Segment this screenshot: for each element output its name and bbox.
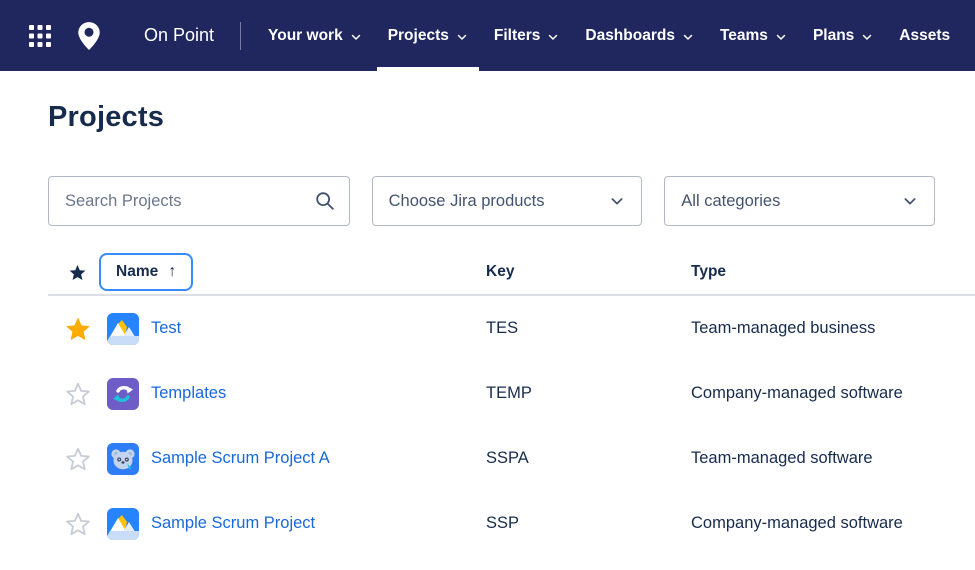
- project-link[interactable]: Templates: [151, 384, 226, 403]
- page-title: Projects: [48, 101, 935, 134]
- star-icon: [65, 446, 91, 472]
- favorite-star-toggle[interactable]: [64, 380, 92, 408]
- projects-table: Name ↑ Key Type Test TES: [48, 250, 975, 556]
- project-avatar: [107, 378, 139, 410]
- table-row: Sample Scrum Project SSP Company-managed…: [48, 491, 975, 556]
- nav-item-label: Assets: [899, 27, 950, 45]
- sync-cycle-icon: [107, 378, 139, 410]
- nav-item-your-work[interactable]: Your work: [255, 0, 375, 71]
- nav-item-label: Projects: [388, 27, 449, 45]
- nav-item-label: Teams: [720, 27, 768, 45]
- app-name: On Point: [144, 25, 214, 46]
- nav-item-filters[interactable]: Filters: [481, 0, 573, 71]
- nav-item-assets[interactable]: Assets: [886, 0, 963, 71]
- project-key: TEMP: [486, 384, 691, 403]
- jira-products-dropdown[interactable]: Choose Jira products: [372, 176, 643, 226]
- chevron-down-icon: [682, 31, 694, 43]
- chevron-down-icon: [861, 31, 873, 43]
- app-switcher-button[interactable]: [28, 24, 76, 48]
- table-row: Test TES Team-managed business: [48, 296, 975, 361]
- project-link[interactable]: Test: [151, 319, 181, 338]
- filter-bar: Choose Jira products All categories: [48, 176, 935, 226]
- table-row: Templates TEMP Company-managed software: [48, 361, 975, 426]
- project-avatar: [107, 443, 139, 475]
- chevron-down-icon: [456, 31, 468, 43]
- table-row: Sample Scrum Project A SSPA Team-managed…: [48, 426, 975, 491]
- table-header-row: Name ↑ Key Type: [48, 250, 975, 296]
- project-type: Company-managed software: [691, 514, 975, 533]
- project-key: TES: [486, 319, 691, 338]
- sort-by-name-button[interactable]: Name ↑: [99, 253, 193, 291]
- primary-nav: Your work Projects Filters Dashboards Te…: [255, 0, 963, 71]
- chevron-down-icon: [350, 31, 362, 43]
- nav-item-projects[interactable]: Projects: [375, 0, 481, 71]
- nav-item-plans[interactable]: Plans: [800, 0, 886, 71]
- logo-button[interactable]: [76, 21, 144, 51]
- type-column-header: Type: [691, 263, 975, 281]
- star-icon: [65, 381, 91, 407]
- star-icon: [65, 316, 91, 342]
- table-body: Test TES Team-managed business Templates…: [48, 296, 975, 556]
- project-type: Team-managed business: [691, 319, 975, 338]
- nav-item-teams[interactable]: Teams: [707, 0, 800, 71]
- nav-divider: [240, 22, 241, 50]
- project-type: Team-managed software: [691, 449, 975, 468]
- star-icon: [65, 511, 91, 537]
- project-link[interactable]: Sample Scrum Project A: [151, 449, 330, 468]
- categories-dropdown-value: All categories: [681, 192, 780, 211]
- favorite-star-toggle[interactable]: [64, 510, 92, 538]
- project-link[interactable]: Sample Scrum Project: [151, 514, 315, 533]
- project-type: Company-managed software: [691, 384, 975, 403]
- chevron-down-icon: [775, 31, 787, 43]
- nav-item-label: Plans: [813, 27, 854, 45]
- favorite-star-toggle[interactable]: [64, 315, 92, 343]
- search-projects-input[interactable]: [48, 176, 350, 226]
- jira-products-dropdown-value: Choose Jira products: [389, 192, 545, 211]
- chevron-down-icon: [547, 31, 559, 43]
- location-pin-logo-icon: [76, 21, 102, 51]
- main-content: Projects Choose Jira products All catego…: [0, 101, 975, 226]
- sort-ascending-arrow-icon: ↑: [168, 263, 176, 281]
- project-avatar: [107, 313, 139, 345]
- mountain-landscape-icon: [107, 508, 139, 540]
- nav-item-label: Your work: [268, 27, 343, 45]
- search-wrap: [48, 176, 350, 226]
- name-column-header: Name: [116, 263, 158, 281]
- favorite-star-toggle[interactable]: [64, 445, 92, 473]
- app-switcher-grid-icon: [28, 24, 52, 48]
- categories-dropdown[interactable]: All categories: [664, 176, 935, 226]
- nav-item-dashboards[interactable]: Dashboards: [572, 0, 707, 71]
- mountain-landscape-icon: [107, 313, 139, 345]
- koala-face-icon: [107, 443, 139, 475]
- project-key: SSPA: [486, 449, 691, 468]
- nav-item-label: Filters: [494, 27, 541, 45]
- key-column-header: Key: [486, 263, 691, 281]
- nav-item-label: Dashboards: [585, 27, 675, 45]
- project-key: SSP: [486, 514, 691, 533]
- top-navbar: On Point Your work Projects Filters Dash…: [0, 0, 975, 71]
- search-icon: [314, 190, 336, 212]
- chevron-down-icon: [902, 193, 918, 209]
- project-avatar: [107, 508, 139, 540]
- chevron-down-icon: [609, 193, 625, 209]
- favorite-column-star-icon: [68, 263, 87, 282]
